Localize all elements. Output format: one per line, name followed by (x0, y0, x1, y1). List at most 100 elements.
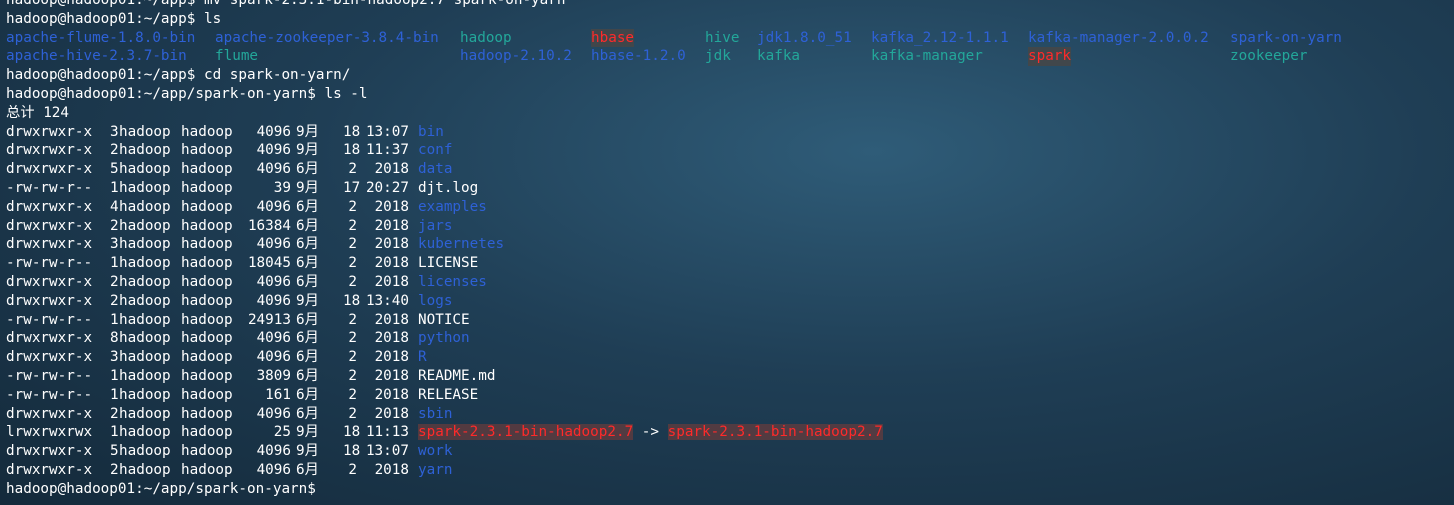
listing-size: 4096 (256, 142, 291, 159)
listing-perm: drwxrwxr-x (6, 161, 93, 178)
listing-time: 2018 (374, 330, 409, 347)
listing-row: drwxrwxr-x 3 hadoop hadoop 4096 6月 2 2018 R (6, 348, 1446, 367)
listing-group: hadoop (181, 311, 233, 328)
command-line-mv: hadoop@hadoop01:~/app$ mv spark-2.3.1-bi… (6, 0, 566, 8)
command-line-cd: hadoop@hadoop01:~/app$ cd spark-on-yarn/ (6, 67, 351, 84)
listing-time: 2018 (374, 217, 409, 234)
listing-filename: python (418, 330, 470, 347)
broken-link-name: spark-2.3.1-bin-hadoop2.7 (418, 424, 634, 441)
listing-owner: hadoop (119, 217, 171, 234)
listing-day: 2 (348, 161, 357, 178)
listing-size: 4096 (256, 198, 291, 215)
ls-entry: hbase (591, 28, 635, 48)
listing-size: 4096 (256, 123, 291, 140)
total-line: 总计 124 (6, 104, 70, 121)
listing-time: 11:13 (365, 424, 409, 441)
listing-group: hadoop (181, 255, 233, 272)
listing-filename: R (418, 349, 427, 366)
listing-size: 4096 (256, 405, 291, 422)
listing-day: 2 (348, 349, 357, 366)
terminal-window[interactable]: hadoop@hadoop01:~/app$ mv spark-2.3.1-bi… (6, 0, 1446, 505)
listing-time: 13:07 (365, 123, 409, 140)
listing-row: drwxrwxr-x 5 hadoop hadoop 4096 9月 18 13:07 work (6, 442, 1446, 461)
listing-perm: drwxrwxr-x (6, 443, 93, 460)
listing-day: 18 (343, 424, 361, 441)
listing-time: 2018 (374, 161, 409, 178)
listing-month: 6月 (296, 236, 319, 253)
listing-owner: hadoop (119, 292, 171, 309)
listing-time: 2018 (374, 311, 409, 328)
listing-row: lrwxrwxrwx 1 hadoop hadoop 25 9月 18 11:13 spark-… (6, 423, 1446, 442)
listing-links: 1 (110, 255, 119, 272)
listing-filename: sbin (418, 405, 453, 422)
listing-filename: bin (418, 123, 444, 140)
listing-size: 16384 (247, 217, 291, 234)
listing-owner: hadoop (119, 198, 171, 215)
listing-filename: conf (418, 142, 453, 159)
listing-perm: drwxrwxr-x (6, 142, 93, 159)
listing-time: 2018 (374, 273, 409, 290)
listing-month: 6月 (296, 386, 319, 403)
listing-perm: lrwxrwxrwx (6, 424, 93, 441)
final-prompt[interactable]: hadoop@hadoop01:~/app/spark-on-yarn$ (6, 480, 1446, 499)
listing-links: 2 (110, 217, 119, 234)
listing-day: 2 (348, 386, 357, 403)
listing-time: 2018 (374, 198, 409, 215)
listing-size: 18045 (247, 255, 291, 272)
ls-entry: hadoop-2.10.2 (460, 48, 572, 65)
listing-day: 2 (348, 330, 357, 347)
listing-row: drwxrwxr-x 2 hadoop hadoop 4096 6月 2 2018 sbin (6, 405, 1446, 424)
listing-filename: licenses (418, 273, 487, 290)
listing-day: 2 (348, 461, 357, 478)
listing-day: 17 (343, 179, 361, 196)
listing-perm: -rw-rw-r-- (6, 367, 93, 384)
listing-owner: hadoop (119, 461, 171, 478)
listing-filename: work (418, 443, 453, 460)
listing-owner: hadoop (119, 424, 171, 441)
listing-month: 9月 (296, 443, 319, 460)
ls-output-row-1: apache-flume-1.8.0-bin apache-zookeeper-3… (6, 28, 1446, 48)
listing-size: 39 (273, 179, 291, 196)
listing-links: 3 (110, 236, 119, 253)
ls-entry: apache-flume-1.8.0-bin (6, 29, 196, 46)
listing-perm: drwxrwxr-x (6, 273, 93, 290)
listing-group: hadoop (181, 292, 233, 309)
listing-day: 18 (343, 142, 361, 159)
listing-links: 5 (110, 443, 119, 460)
listing-row: -rw-rw-r-- 1 hadoop hadoop 39 9月 17 20:27 djt.lo… (6, 179, 1446, 198)
listing-month: 6月 (296, 273, 319, 290)
ls-entry: spark (1028, 47, 1072, 67)
listing-month: 9月 (296, 424, 319, 441)
listing-perm: -rw-rw-r-- (6, 311, 93, 328)
listing-perm: drwxrwxr-x (6, 236, 93, 253)
listing-group: hadoop (181, 123, 233, 140)
listing-links: 8 (110, 330, 119, 347)
listing-group: hadoop (181, 386, 233, 403)
listing-size: 4096 (256, 461, 291, 478)
listing-month: 6月 (296, 405, 319, 422)
listing-row: drwxrwxr-x 3 hadoop hadoop 4096 9月 18 13:07 bin (6, 123, 1446, 142)
listing-perm: drwxrwxr-x (6, 217, 93, 234)
ls-entry: hadoop (460, 29, 512, 46)
ls-entry: hbase-1.2.0 (591, 48, 686, 65)
ls-entry: flume (215, 48, 259, 65)
listing-filename: examples (418, 198, 487, 215)
listing-day: 18 (343, 292, 361, 309)
listing-perm: -rw-rw-r-- (6, 255, 93, 272)
listing-time: 13:40 (365, 292, 409, 309)
listing-perm: -rw-rw-r-- (6, 179, 93, 196)
listing-filename: README.md (418, 367, 496, 384)
listing-links: 1 (110, 367, 119, 384)
listing-perm: drwxrwxr-x (6, 349, 93, 366)
listing-day: 2 (348, 273, 357, 290)
listing-size: 25 (273, 424, 291, 441)
listing-time: 2018 (374, 386, 409, 403)
listing-filename: data (418, 161, 453, 178)
listing-size: 4096 (256, 330, 291, 347)
listing-filename: yarn (418, 461, 453, 478)
listing-size: 4096 (256, 273, 291, 290)
listing-group: hadoop (181, 198, 233, 215)
listing-month: 9月 (296, 123, 319, 140)
listing-group: hadoop (181, 179, 233, 196)
listing-size: 4096 (256, 349, 291, 366)
